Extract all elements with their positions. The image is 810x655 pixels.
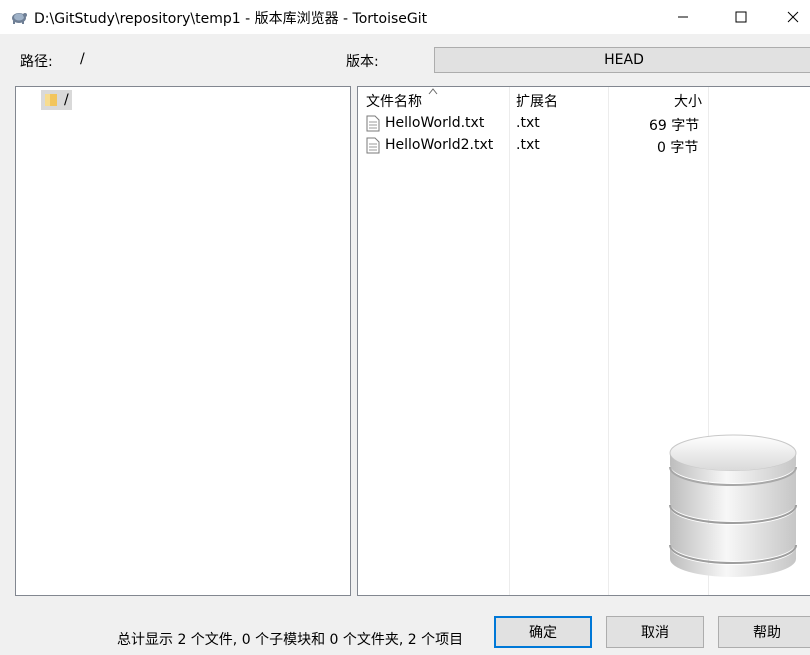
revision-button[interactable]: HEAD <box>434 47 810 73</box>
revision-label: 版本: <box>346 54 379 70</box>
status-summary: 总计显示 2 个文件, 0 个子模块和 0 个文件夹, 2 个项目 <box>117 632 464 648</box>
close-button[interactable] <box>770 0 810 34</box>
database-icon <box>669 434 797 577</box>
file-name: HelloWorld.txt <box>385 115 485 131</box>
column-separator <box>608 87 609 595</box>
file-row[interactable]: HelloWorld.txt .txt 69 字节 <box>358 113 810 135</box>
column-header-name[interactable]: 文件名称 <box>366 91 422 111</box>
ok-button[interactable]: 确定 <box>494 616 592 648</box>
minimize-button[interactable] <box>660 0 706 34</box>
file-name: HelloWorld2.txt <box>385 137 494 153</box>
text-file-icon <box>366 115 380 132</box>
folder-tree[interactable]: / <box>15 86 351 596</box>
close-icon <box>787 11 799 23</box>
file-size: 69 字节 <box>649 118 700 134</box>
folder-icon <box>45 94 57 106</box>
tortoisegit-app-icon <box>12 13 27 24</box>
tree-node-root[interactable]: / <box>41 90 72 110</box>
column-separator <box>509 87 510 595</box>
column-header-extension[interactable]: 扩展名 <box>516 91 558 111</box>
file-size: 0 字节 <box>657 140 699 156</box>
file-extension: .txt <box>516 115 540 131</box>
column-header-size[interactable]: 大小 <box>674 91 702 111</box>
maximize-button[interactable] <box>718 0 764 34</box>
cancel-button[interactable]: 取消 <box>606 616 704 648</box>
maximize-icon <box>735 11 747 23</box>
text-file-icon <box>366 137 380 154</box>
file-row[interactable]: HelloWorld2.txt .txt 0 字节 <box>358 135 810 157</box>
path-value: / <box>80 51 85 67</box>
help-button[interactable]: 帮助 <box>718 616 810 648</box>
file-extension: .txt <box>516 137 540 153</box>
window-title: D:\GitStudy\repository\temp1 - 版本库浏览器 - … <box>34 11 428 27</box>
path-label: 路径: <box>20 54 53 70</box>
minimize-icon <box>678 16 688 18</box>
tree-node-label: / <box>64 92 69 108</box>
file-list[interactable]: 文件名称 扩展名 大小 HelloWorld.txt .txt 69 字节 He… <box>357 86 810 596</box>
title-bar: D:\GitStudy\repository\temp1 - 版本库浏览器 - … <box>0 0 810 34</box>
sort-ascending-icon <box>428 88 438 95</box>
